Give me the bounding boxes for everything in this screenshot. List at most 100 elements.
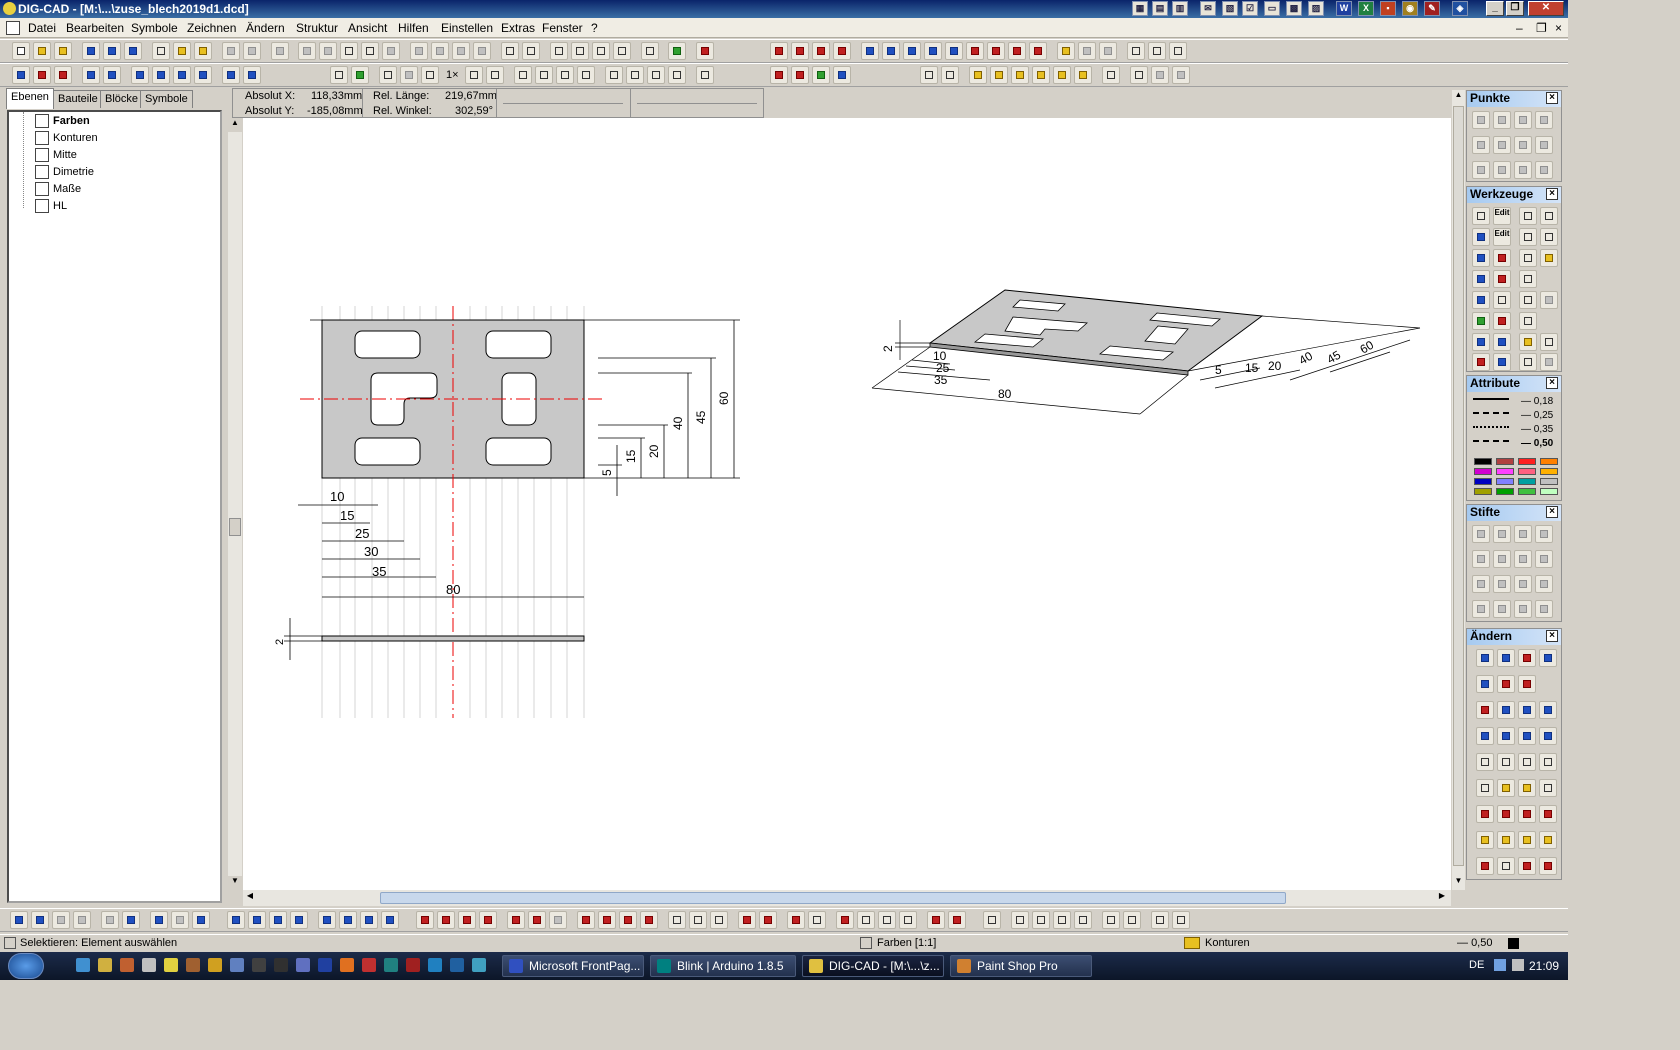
edit-2-button[interactable]: Edit <box>1493 228 1511 246</box>
quicklaunch-icon[interactable] <box>296 958 310 972</box>
color-swatch[interactable] <box>1540 468 1558 475</box>
zoom-in-icon[interactable] <box>514 66 532 84</box>
text-tool-icon[interactable] <box>1472 353 1490 371</box>
mdi-restore-button[interactable]: ❐ <box>1536 21 1547 35</box>
crosshair-icon[interactable] <box>550 42 568 60</box>
draw-icon[interactable] <box>759 911 777 929</box>
pen-10-icon[interactable] <box>1493 575 1511 593</box>
draw-icon[interactable] <box>1053 911 1071 929</box>
scroll-down-button[interactable]: ▼ <box>228 876 242 890</box>
draw-icon[interactable] <box>899 911 917 929</box>
scroll-thumb[interactable] <box>229 518 241 536</box>
tab-symbole[interactable]: Symbole <box>140 90 193 108</box>
pen-4-icon[interactable] <box>1535 525 1553 543</box>
quicklaunch-icon[interactable] <box>142 958 156 972</box>
line-width-status[interactable]: — 0,50 <box>1457 937 1492 949</box>
arc-tool-icon[interactable] <box>1472 312 1490 330</box>
tray-app-icon[interactable]: ▪ <box>1380 1 1396 16</box>
zoom-window-icon[interactable] <box>379 66 397 84</box>
contour-status[interactable]: Konturen <box>1205 937 1250 949</box>
quicklaunch-icon[interactable] <box>274 958 288 972</box>
menu-datei[interactable]: Datei <box>28 21 56 35</box>
zoom-icon[interactable] <box>647 66 665 84</box>
modify-icon[interactable] <box>1476 649 1494 667</box>
drawing-canvas[interactable]: 60 45 40 20 15 5 10 15 25 30 35 80 2 2 1… <box>243 118 1451 890</box>
view-icon[interactable] <box>73 911 91 929</box>
modify-icon[interactable] <box>1497 675 1515 693</box>
line-width-018[interactable]: — 0,18 <box>1521 396 1553 407</box>
modify-icon[interactable] <box>1476 805 1494 823</box>
print-icon[interactable] <box>222 42 240 60</box>
dimension-tool-icon[interactable] <box>1493 312 1511 330</box>
close-button[interactable]: ✕ <box>1528 1 1564 16</box>
line-icon[interactable] <box>318 911 336 929</box>
quicklaunch-icon[interactable] <box>252 958 266 972</box>
snap-point-icon[interactable] <box>1472 111 1490 129</box>
color-swatch[interactable] <box>1496 488 1514 495</box>
task-arduino[interactable]: Blink | Arduino 1.8.5 <box>650 955 796 977</box>
modify-icon[interactable] <box>1497 831 1515 849</box>
cube-icon[interactable] <box>1539 857 1557 875</box>
pen-6-icon[interactable] <box>1493 550 1511 568</box>
zoom-icon[interactable] <box>626 66 644 84</box>
menu-bearbeiten[interactable]: Bearbeiten <box>66 21 124 35</box>
close-icon[interactable]: × <box>1546 506 1558 518</box>
plugin-icon[interactable] <box>668 42 686 60</box>
explode-icon[interactable] <box>1102 66 1120 84</box>
move-icon[interactable] <box>421 66 439 84</box>
draw-icon[interactable] <box>507 911 525 929</box>
zoom-icon[interactable] <box>577 66 595 84</box>
restore-button[interactable]: ❐ <box>1506 1 1524 16</box>
cancel-icon[interactable] <box>452 42 470 60</box>
color-swatch[interactable] <box>1474 478 1492 485</box>
group-icon[interactable] <box>1151 66 1169 84</box>
quicklaunch-icon[interactable] <box>208 958 222 972</box>
layer-icon[interactable] <box>33 66 51 84</box>
color-swatch[interactable] <box>1496 478 1514 485</box>
modify-icon[interactable] <box>1539 779 1557 797</box>
snap-circle-icon[interactable] <box>1514 111 1532 129</box>
modify-icon[interactable] <box>1518 831 1536 849</box>
pen-15-icon[interactable] <box>1514 600 1532 618</box>
color-swatch[interactable] <box>1474 468 1492 475</box>
block-icon[interactable] <box>1011 66 1029 84</box>
block-icon[interactable] <box>1074 66 1092 84</box>
modify-icon[interactable] <box>1518 701 1536 719</box>
tray-app-icon[interactable]: ▧ <box>1222 1 1238 16</box>
3d-icon[interactable] <box>791 66 809 84</box>
copy-icon[interactable] <box>920 66 938 84</box>
view-icon[interactable] <box>192 911 210 929</box>
pointer-icon[interactable] <box>501 42 519 60</box>
pen-5-icon[interactable] <box>1472 550 1490 568</box>
modify-icon[interactable] <box>1497 701 1515 719</box>
cube-icon[interactable] <box>1497 857 1515 875</box>
snap-center-icon[interactable] <box>1493 111 1511 129</box>
cube-icon[interactable] <box>1518 857 1536 875</box>
line-type-dashdot[interactable] <box>1473 440 1509 442</box>
quicklaunch-icon[interactable] <box>230 958 244 972</box>
scroll-left-button[interactable]: ◀ <box>243 891 257 905</box>
grid-icon[interactable] <box>592 42 610 60</box>
redo-icon[interactable] <box>431 42 449 60</box>
language-indicator[interactable]: DE <box>1469 959 1484 971</box>
help-icon[interactable] <box>696 42 714 60</box>
measure-icon[interactable] <box>861 42 879 60</box>
drawing-svg[interactable]: 60 45 40 20 15 5 10 15 25 30 35 80 2 2 1… <box>243 118 1451 890</box>
scroll-up-button[interactable]: ▲ <box>1452 90 1465 104</box>
window-icon[interactable] <box>1127 42 1145 60</box>
view-icon[interactable] <box>31 911 49 929</box>
tool-icon[interactable] <box>1540 333 1558 351</box>
draw-icon[interactable] <box>437 911 455 929</box>
layer-item[interactable]: Mitte <box>35 148 77 164</box>
line-icon[interactable] <box>269 911 287 929</box>
color-swatch[interactable] <box>1540 488 1558 495</box>
tray-excel-icon[interactable]: X <box>1358 1 1374 16</box>
line-icon[interactable] <box>290 911 308 929</box>
layer-icon[interactable] <box>12 66 30 84</box>
node-tool-icon[interactable] <box>1493 270 1511 288</box>
modify-icon[interactable] <box>1497 727 1515 745</box>
draw-icon[interactable] <box>416 911 434 929</box>
view-icon[interactable] <box>122 911 140 929</box>
close-icon[interactable]: × <box>1546 377 1558 389</box>
scroll-down-button[interactable]: ▼ <box>1452 876 1465 890</box>
